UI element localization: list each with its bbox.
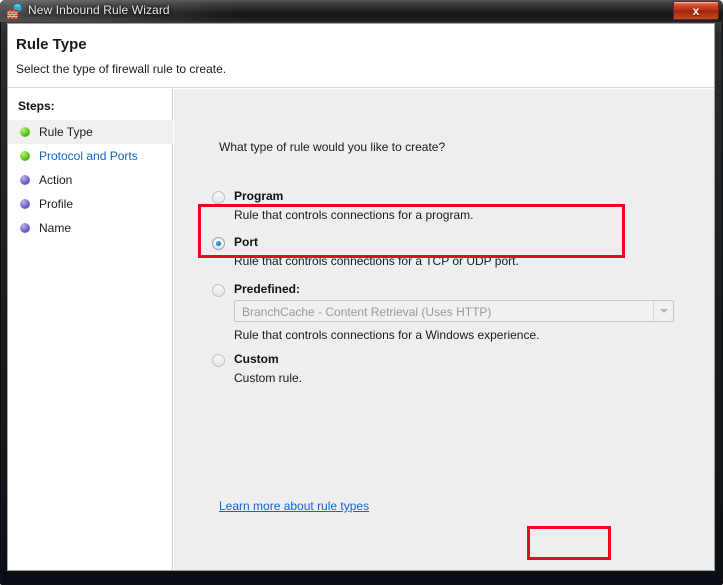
sidebar-item-rule-type[interactable]: Rule Type [8,120,173,144]
step-bullet-icon [20,175,30,185]
window-title: New Inbound Rule Wizard [28,3,170,17]
sidebar-item-action[interactable]: Action [8,168,173,192]
firewall-icon [6,3,23,20]
option-port-description: Rule that controls connections for a TCP… [234,254,519,268]
predefined-dropdown[interactable]: BranchCache - Content Retrieval (Uses HT… [234,300,674,322]
title-bar[interactable]: New Inbound Rule Wizard x [0,0,723,22]
wizard-content-pane: What type of rule would you like to crea… [174,89,714,570]
predefined-dropdown-value: BranchCache - Content Retrieval (Uses HT… [242,305,491,319]
sidebar-item-protocol-and-ports[interactable]: Protocol and Ports [8,144,173,168]
step-bullet-icon [20,223,30,233]
radio-custom[interactable] [212,354,225,367]
option-custom-label: Custom [234,352,279,366]
page-subtitle: Select the type of firewall rule to crea… [16,62,226,76]
page-title: Rule Type [16,36,87,53]
sidebar-item-label: Rule Type [39,125,93,139]
radio-port[interactable] [212,237,225,250]
option-port-label: Port [234,235,258,249]
option-predefined-label: Predefined: [234,282,300,296]
new-inbound-rule-wizard-window: New Inbound Rule Wizard x Rule Type Sele… [0,0,723,585]
step-bullet-icon [20,151,30,161]
sidebar-item-profile[interactable]: Profile [8,192,173,216]
wizard-client-area: Rule Type Select the type of firewall ru… [7,23,715,571]
chevron-down-icon[interactable] [653,301,673,321]
steps-sidebar: Steps: Rule Type Protocol and Ports Acti… [8,89,173,570]
rule-type-question: What type of rule would you like to crea… [219,140,445,154]
step-bullet-icon [20,127,30,137]
sidebar-item-label: Protocol and Ports [39,149,138,163]
close-button[interactable]: x [673,1,719,20]
step-bullet-icon [20,199,30,209]
option-program-description: Rule that controls connections for a pro… [234,208,473,222]
sidebar-item-label: Action [39,173,72,187]
sidebar-item-label: Name [39,221,71,235]
option-predefined-description: Rule that controls connections for a Win… [234,328,540,342]
option-program-label: Program [234,189,283,203]
sidebar-item-label: Profile [39,197,73,211]
steps-heading: Steps: [18,99,55,113]
close-icon: x [674,2,718,19]
learn-more-link[interactable]: Learn more about rule types [219,499,369,513]
radio-predefined[interactable] [212,284,225,297]
radio-program[interactable] [212,191,225,204]
option-custom-description: Custom rule. [234,371,302,385]
sidebar-item-name[interactable]: Name [8,216,173,240]
wizard-header: Rule Type Select the type of firewall ru… [8,24,714,88]
